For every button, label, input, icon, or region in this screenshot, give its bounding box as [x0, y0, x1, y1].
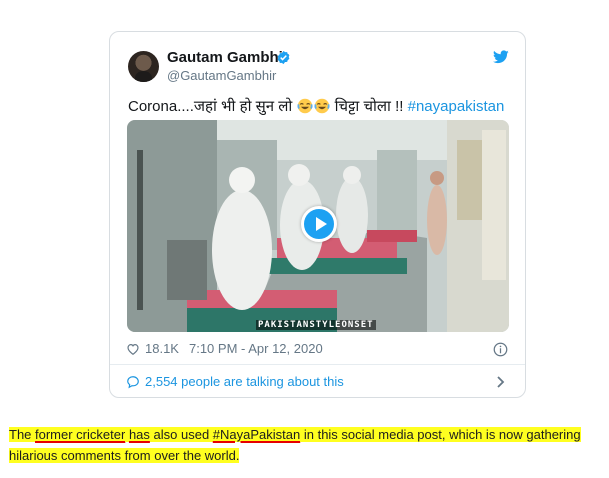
- tweet-text: Corona....जहां भी हो सुन लो चिट्टा चोला …: [128, 96, 504, 116]
- article-caption: The former cricketer has also used #Naya…: [9, 424, 605, 466]
- caption-text: The: [9, 427, 36, 442]
- caption-text: also used: [149, 427, 213, 442]
- heart-icon[interactable]: [126, 342, 140, 356]
- hashtag-link[interactable]: #nayapakistan: [408, 98, 505, 115]
- tweet-text-tail: चिट्टा चोला !!: [330, 98, 408, 115]
- like-count[interactable]: 18.1K: [145, 341, 179, 356]
- tweet-author-handle[interactable]: @GautamGambhir: [167, 68, 276, 83]
- info-icon[interactable]: [493, 342, 508, 357]
- tweet-video[interactable]: PAKISTANSTYLEONSET: [127, 120, 509, 332]
- caption-text-underlined: former cricketer: [35, 427, 126, 442]
- caption-hashtag: #NayaPakistan: [212, 427, 301, 442]
- verified-badge-icon: [277, 50, 290, 65]
- chevron-right-icon[interactable]: [496, 376, 505, 388]
- twitter-bird-icon[interactable]: [493, 50, 509, 64]
- conversation-link[interactable]: 2,554 people are talking about this: [126, 374, 344, 389]
- embedded-tweet-card[interactable]: Gautam Gambhir @GautamGambhir Corona....…: [109, 31, 526, 398]
- video-watermark: PAKISTANSTYLEONSET: [256, 320, 376, 330]
- play-button[interactable]: [301, 206, 337, 242]
- avatar[interactable]: [128, 51, 159, 82]
- tweet-text-body: Corona....जहां भी हो सुन लो: [128, 98, 293, 115]
- face-with-tears-of-joy-icon: [313, 98, 330, 114]
- face-with-tears-of-joy-icon: [296, 98, 313, 114]
- divider: [110, 364, 525, 365]
- tweet-author-name[interactable]: Gautam Gambhir: [167, 49, 289, 66]
- caption-text-underlined: has: [128, 427, 150, 442]
- speech-bubble-icon: [127, 375, 139, 388]
- talking-about-label[interactable]: 2,554 people are talking about this: [145, 374, 344, 389]
- tweet-meta: 18.1K 7:10 PM - Apr 12, 2020: [126, 341, 323, 356]
- tweet-timestamp[interactable]: 7:10 PM - Apr 12, 2020: [189, 341, 323, 356]
